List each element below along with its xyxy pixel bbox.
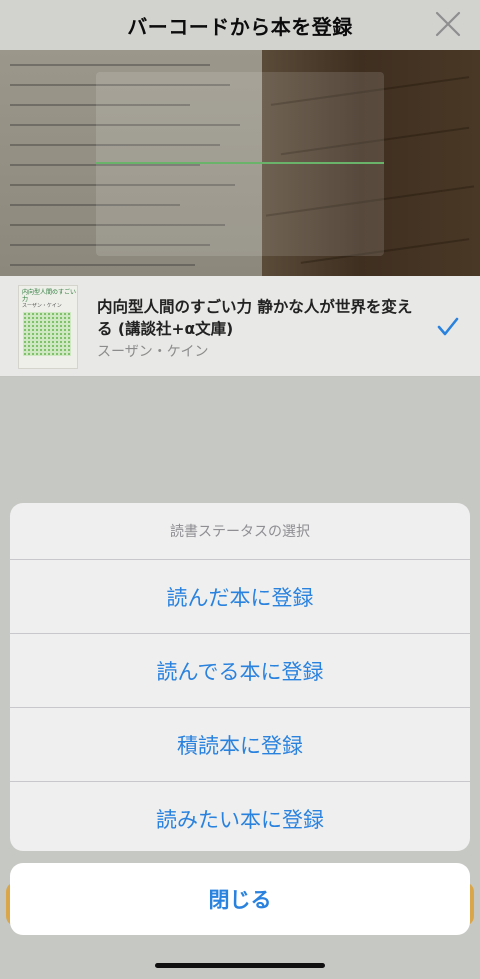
navigation-header: バーコードから本を登録 bbox=[0, 0, 480, 50]
book-cover: 内向型人間のすごい力 スーザン・ケイン bbox=[18, 285, 78, 369]
action-sheet-title: 読書ステータスの選択 bbox=[10, 503, 470, 560]
close-icon[interactable] bbox=[434, 10, 462, 38]
scanned-book-row[interactable]: 内向型人間のすごい力 スーザン・ケイン 内向型人間のすごい力 静かな人が世界を変… bbox=[0, 276, 480, 377]
cover-pattern bbox=[23, 312, 71, 356]
checkmark-icon bbox=[437, 317, 459, 336]
home-indicator[interactable] bbox=[155, 963, 325, 968]
cover-title: 内向型人間のすごい力 bbox=[22, 289, 77, 303]
barcode-camera-preview bbox=[0, 50, 480, 276]
close-button[interactable]: 閉じる bbox=[10, 863, 470, 935]
scan-area bbox=[96, 72, 384, 256]
book-title: 内向型人間のすごい力 静かな人が世界を変える (講談社+α文庫) bbox=[97, 298, 413, 338]
book-author: スーザン・ケイン bbox=[97, 344, 209, 360]
register-reading-button[interactable]: 読んでる本に登録 bbox=[10, 634, 470, 708]
register-tsundoku-button[interactable]: 積読本に登録 bbox=[10, 708, 470, 782]
register-want-to-read-button[interactable]: 読みたい本に登録 bbox=[10, 782, 470, 851]
scan-line bbox=[96, 162, 384, 164]
register-read-button[interactable]: 読んだ本に登録 bbox=[10, 560, 470, 634]
reading-status-action-sheet: 読書ステータスの選択 読んだ本に登録 読んでる本に登録 積読本に登録 読みたい本… bbox=[10, 503, 470, 851]
cover-author: スーザン・ケイン bbox=[22, 303, 62, 309]
page-title: バーコードから本を登録 bbox=[127, 14, 353, 39]
